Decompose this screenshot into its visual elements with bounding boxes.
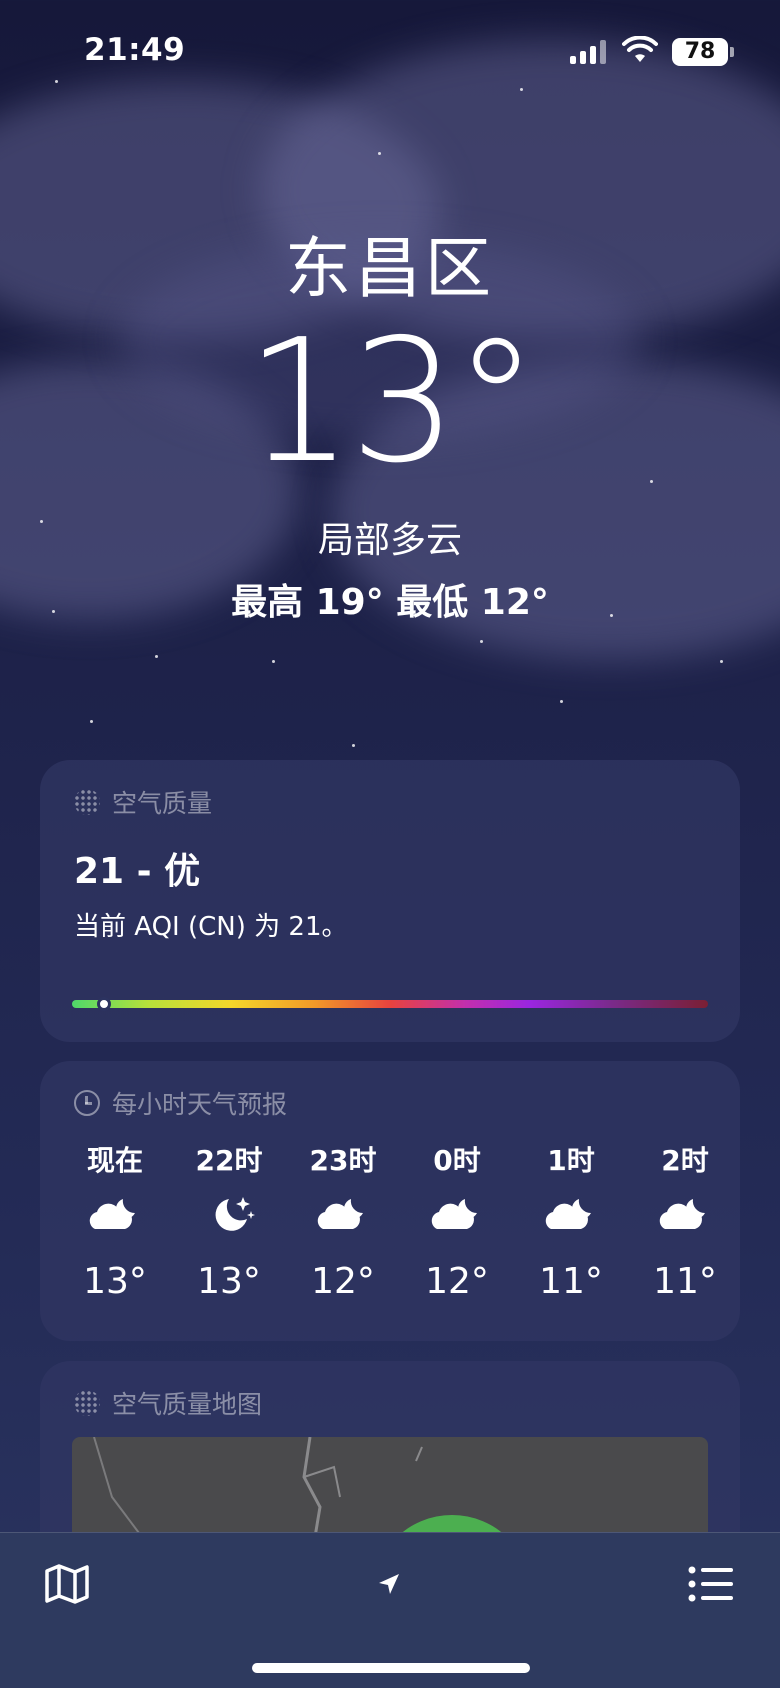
air-quality-indicator <box>96 997 111 1011</box>
current-temperature: 13° <box>245 303 538 501</box>
location-arrow-icon <box>379 1574 399 1594</box>
hour-label: 2时 <box>661 1144 709 1177</box>
battery-indicator: 78 <box>672 38 734 66</box>
air-quality-title: 空气质量 <box>112 789 213 818</box>
hour-item: 1时 11° <box>516 1139 626 1311</box>
partly-cloudy-night-icon <box>402 1179 512 1251</box>
hourly-forecast-header: 每小时天气预报 <box>74 1085 287 1121</box>
air-quality-map-header: 空气质量地图 <box>74 1385 262 1421</box>
partly-cloudy-night-icon <box>630 1179 740 1251</box>
clear-night-icon <box>174 1179 284 1251</box>
hour-item: 22时 13° <box>174 1139 284 1311</box>
hour-label: 22时 <box>195 1144 263 1177</box>
weather-condition: 局部多云 <box>317 520 462 561</box>
air-quality-value: 21 - 优 <box>74 851 201 892</box>
city-list-button[interactable] <box>684 1557 738 1611</box>
wifi-icon <box>622 36 658 62</box>
cellular-signal-icon <box>570 40 610 64</box>
map-icon <box>45 1564 89 1604</box>
hour-temperature: 12° <box>425 1261 489 1302</box>
hour-item: 现在 13° <box>60 1139 170 1311</box>
current-location-button[interactable] <box>362 1557 416 1611</box>
hour-item: 0时 12° <box>402 1139 512 1311</box>
status-time: 21:49 <box>84 32 186 68</box>
current-weather: 东昌区 13° 局部多云 最高 19° 最低 12° <box>0 215 780 625</box>
hourly-forecast-card[interactable]: 每小时天气预报 现在 13° 22时 13° 23时 12° 0时 12° 1时 11° 2时 11° <box>40 1061 740 1341</box>
hour-temperature: 13° <box>83 1261 147 1302</box>
hour-label: 现在 <box>86 1144 143 1177</box>
hourly-forecast-title: 每小时天气预报 <box>112 1090 288 1119</box>
home-indicator <box>252 1663 530 1673</box>
air-quality-card[interactable]: 空气质量 21 - 优 当前 AQI (CN) 为 21。 <box>40 760 740 1042</box>
bottom-toolbar <box>0 1532 780 1688</box>
hour-temperature: 11° <box>653 1261 717 1302</box>
air-quality-description: 当前 AQI (CN) 为 21。 <box>74 912 348 942</box>
status-bar: 21:49 78 <box>0 0 780 100</box>
hourly-forecast-list[interactable]: 现在 13° 22时 13° 23时 12° 0时 12° 1时 11° 2时 11° <box>60 1139 740 1311</box>
clock-icon <box>74 1090 100 1116</box>
hour-item: 2时 11° <box>630 1139 740 1311</box>
map-button[interactable] <box>40 1557 94 1611</box>
list-icon <box>688 1566 733 1602</box>
hour-item: 23时 12° <box>288 1139 398 1311</box>
hour-temperature: 12° <box>311 1261 375 1302</box>
air-quality-scale <box>72 997 708 1011</box>
city-name: 东昌区 <box>285 230 495 307</box>
partly-cloudy-night-icon <box>60 1179 170 1251</box>
hour-label: 0时 <box>433 1144 481 1177</box>
high-low-temperature: 最高 19° 最低 12° <box>231 582 549 623</box>
hour-label: 1时 <box>547 1144 595 1177</box>
hour-temperature: 13° <box>197 1261 261 1302</box>
hour-temperature: 11° <box>539 1261 603 1302</box>
air-quality-map-title: 空气质量地图 <box>112 1390 263 1419</box>
partly-cloudy-night-icon <box>288 1179 398 1251</box>
partly-cloudy-night-icon <box>516 1179 626 1251</box>
air-quality-map-icon <box>74 1390 100 1416</box>
air-quality-icon <box>74 789 100 815</box>
air-quality-header: 空气质量 <box>74 784 212 820</box>
hour-label: 23时 <box>309 1144 377 1177</box>
